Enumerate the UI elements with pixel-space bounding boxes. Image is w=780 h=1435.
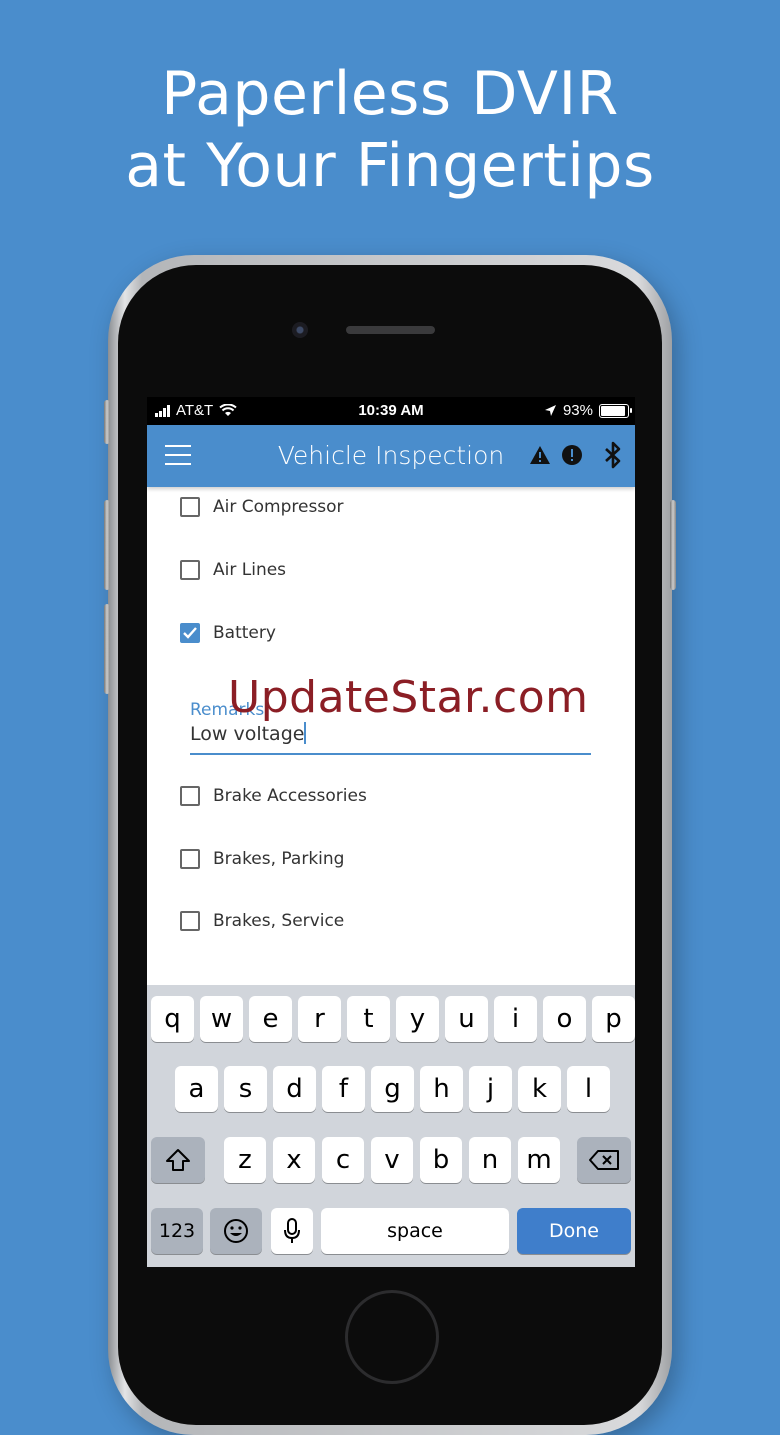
key-o[interactable]: o <box>543 996 586 1042</box>
volume-up-button <box>104 500 110 590</box>
home-button[interactable] <box>345 1290 439 1384</box>
status-bar: AT&T 10:39 AM 93% <box>147 397 635 425</box>
mute-switch <box>104 400 110 444</box>
battery-icon <box>599 403 632 418</box>
location-arrow-icon <box>544 405 556 416</box>
checkbox[interactable] <box>180 497 200 517</box>
earpiece-speaker <box>346 326 435 334</box>
key-s[interactable]: s <box>224 1066 267 1112</box>
keyboard: qwertyuiop asdfghjkl zxcvbnm 123 space D… <box>147 985 635 1267</box>
app-bar: Vehicle Inspection <box>147 425 635 487</box>
power-button <box>670 500 676 590</box>
front-camera <box>292 322 308 338</box>
space-key[interactable]: space <box>321 1208 509 1254</box>
checklist-item-label: Air Lines <box>213 560 287 580</box>
headline: Paperless DVIR at Your Fingertips <box>0 58 780 202</box>
checklist-item-label: Brakes, Service <box>213 911 345 931</box>
checklist-item-brakes-parking[interactable]: Brakes, Parking <box>180 839 344 879</box>
key-z[interactable]: z <box>224 1137 266 1183</box>
key-r[interactable]: r <box>298 996 341 1042</box>
checkbox[interactable] <box>180 849 200 869</box>
done-key[interactable]: Done <box>517 1208 631 1254</box>
emoji-key[interactable] <box>210 1208 262 1254</box>
checkbox[interactable] <box>180 623 200 643</box>
checklist-item-air-lines[interactable]: Air Lines <box>180 550 286 590</box>
key-g[interactable]: g <box>371 1066 414 1112</box>
shift-key[interactable] <box>151 1137 205 1183</box>
key-l[interactable]: l <box>567 1066 610 1112</box>
key-n[interactable]: n <box>469 1137 511 1183</box>
key-b[interactable]: b <box>420 1137 462 1183</box>
volume-down-button <box>104 604 110 694</box>
microphone-icon <box>284 1218 300 1243</box>
microphone-key[interactable] <box>271 1208 313 1254</box>
checkbox[interactable] <box>180 911 200 931</box>
key-a[interactable]: a <box>175 1066 218 1112</box>
key-h[interactable]: h <box>420 1066 463 1112</box>
checklist-item-label: Brakes, Parking <box>213 849 345 869</box>
headline-line-1: Paperless DVIR <box>161 59 619 129</box>
battery-percent: 93% <box>562 402 593 419</box>
warning-icon[interactable] <box>529 445 551 465</box>
alert-circle-icon[interactable] <box>561 444 583 466</box>
checklist-item-air-compressor[interactable]: Air Compressor <box>180 487 344 527</box>
battery-fill <box>601 405 626 416</box>
key-i[interactable]: i <box>494 996 537 1042</box>
backspace-key[interactable] <box>577 1137 631 1183</box>
key-k[interactable]: k <box>518 1066 561 1112</box>
checkmark-icon <box>183 627 197 639</box>
key-q[interactable]: q <box>151 996 194 1042</box>
key-t[interactable]: t <box>347 996 390 1042</box>
checklist-item-battery[interactable]: Battery <box>180 613 276 653</box>
headline-line-2: at Your Fingertips <box>125 131 655 201</box>
emoji-icon <box>224 1219 248 1243</box>
checkbox[interactable] <box>180 786 200 806</box>
numbers-key[interactable]: 123 <box>151 1208 203 1254</box>
checklist-item-brake-accessories[interactable]: Brake Accessories <box>180 776 367 816</box>
key-w[interactable]: w <box>200 996 243 1042</box>
shift-icon <box>166 1149 190 1171</box>
key-x[interactable]: x <box>273 1137 315 1183</box>
checklist-item-label: Battery <box>213 623 276 643</box>
phone-screen: AT&T 10:39 AM 93% Vehicle Inspection Air… <box>147 397 635 1267</box>
bluetooth-icon[interactable] <box>601 441 625 469</box>
checkbox[interactable] <box>180 560 200 580</box>
key-v[interactable]: v <box>371 1137 413 1183</box>
checklist-item-label: Air Compressor <box>213 497 344 517</box>
key-c[interactable]: c <box>322 1137 364 1183</box>
backspace-icon <box>589 1150 619 1170</box>
key-u[interactable]: u <box>445 996 488 1042</box>
remarks-input[interactable]: Low voltage <box>190 722 591 745</box>
key-d[interactable]: d <box>273 1066 316 1112</box>
key-j[interactable]: j <box>469 1066 512 1112</box>
key-p[interactable]: p <box>592 996 635 1042</box>
key-y[interactable]: y <box>396 996 439 1042</box>
checklist-item-label: Brake Accessories <box>213 786 367 806</box>
checklist-item-brakes-service[interactable]: Brakes, Service <box>180 901 344 941</box>
watermark: UpdateStar.com <box>228 672 589 723</box>
key-f[interactable]: f <box>322 1066 365 1112</box>
remarks-underline <box>190 753 591 755</box>
key-m[interactable]: m <box>518 1137 560 1183</box>
text-cursor <box>304 722 307 744</box>
remarks-value: Low voltage <box>190 723 305 745</box>
key-e[interactable]: e <box>249 996 292 1042</box>
